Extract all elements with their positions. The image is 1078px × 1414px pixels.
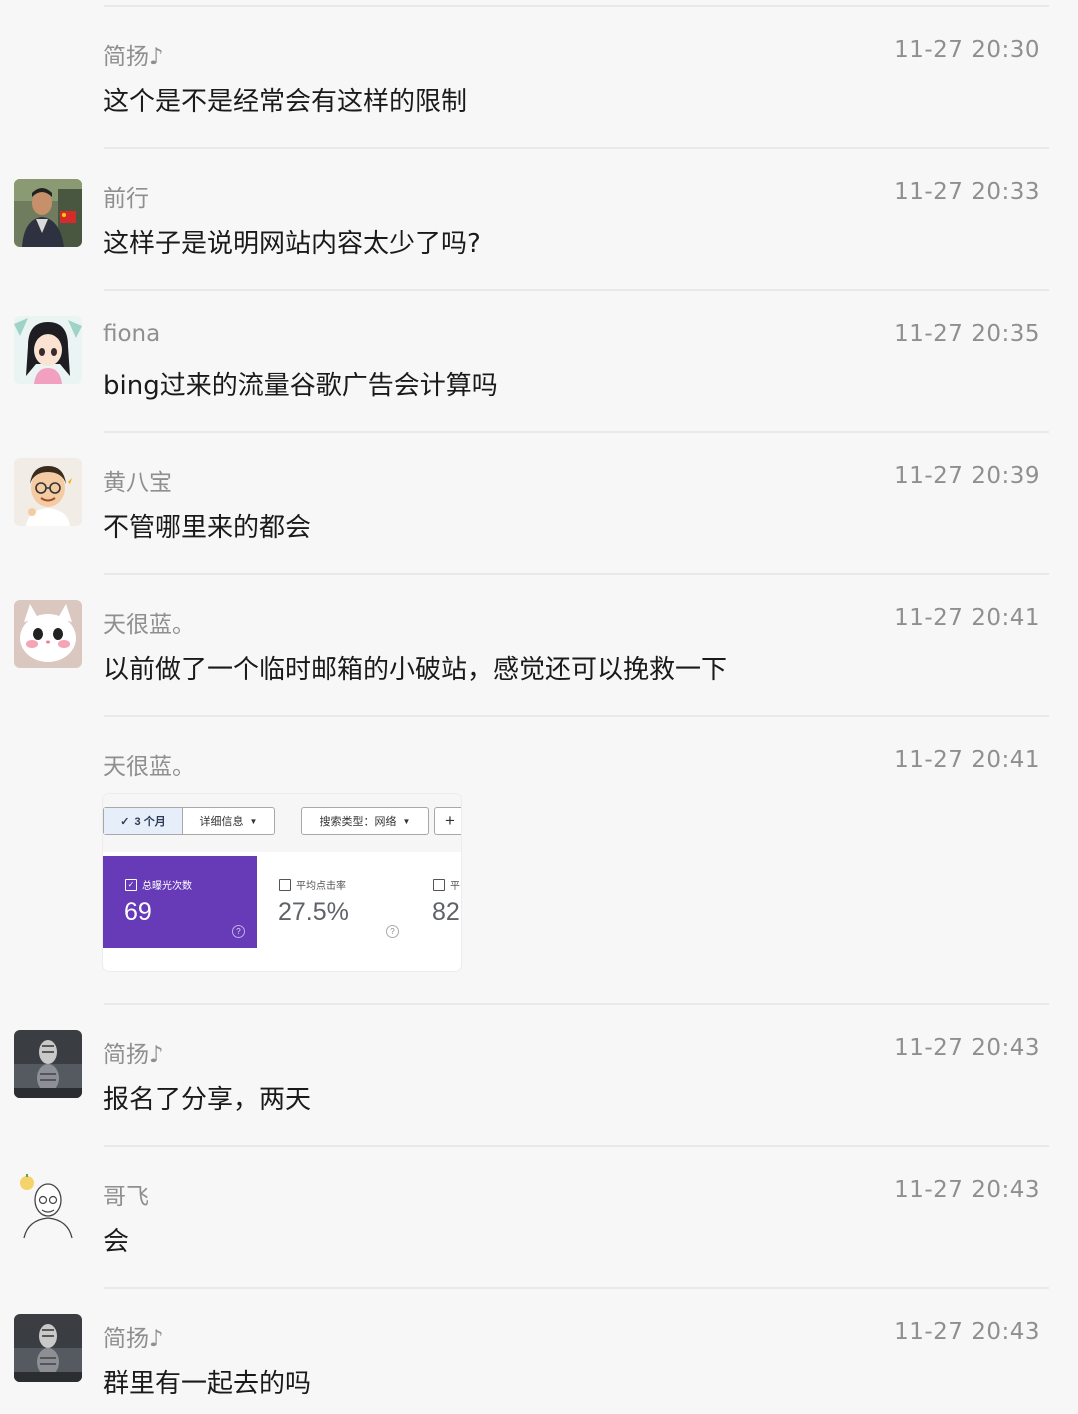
search-type-label: 搜索类型：网络	[319, 816, 397, 828]
filter-bar: ✓ 3 个月 详细信息 ▼ 搜索类型：网络 ▼ +	[103, 794, 461, 852]
avatar[interactable]	[14, 600, 82, 668]
message-divider	[104, 573, 1049, 575]
avatar[interactable]	[14, 458, 82, 526]
metric-value: 69	[124, 898, 152, 926]
message-time: 11-27 20:41	[894, 605, 1040, 631]
message-text: 这个是不是经常会有这样的限制	[103, 87, 468, 117]
help-icon: ?	[232, 925, 245, 938]
caret-down-icon: ▼	[402, 816, 411, 826]
message-divider	[104, 5, 1049, 7]
sender-name[interactable]: 天很蓝。	[103, 747, 195, 781]
image-attachment[interactable]: ✓ 3 个月 详细信息 ▼ 搜索类型：网络 ▼ + ✓ 总曝光次数 69 ? 平…	[103, 794, 461, 971]
date-filter-group: ✓ 3 个月 详细信息 ▼	[103, 807, 275, 835]
message-divider	[104, 147, 1049, 149]
message-time: 11-27 20:33	[894, 179, 1040, 205]
sender-name[interactable]: 前行	[103, 179, 149, 213]
sender-name[interactable]: 简扬♪	[103, 1319, 164, 1353]
message-text: bing过来的流量谷歌广告会计算吗	[103, 371, 498, 401]
metric-card-ctr[interactable]: 平均点击率 27.5% ?	[257, 856, 412, 948]
details-chip-label: 详细信息	[199, 816, 244, 828]
metric-card-position[interactable]: 平 82	[411, 856, 461, 948]
message-time: 11-27 20:43	[894, 1319, 1040, 1345]
details-chip[interactable]: 详细信息 ▼	[183, 808, 274, 834]
message-text: 这样子是说明网站内容太少了吗?	[103, 229, 481, 259]
message-divider	[104, 431, 1049, 433]
message-time: 11-27 20:43	[894, 1035, 1040, 1061]
check-icon: ✓	[120, 815, 130, 828]
avatar[interactable]	[14, 1172, 82, 1240]
metric-label: 平	[450, 881, 460, 892]
metric-label: 平均点击率	[296, 881, 346, 892]
caret-down-icon: ▼	[249, 816, 258, 826]
avatar[interactable]	[14, 1314, 82, 1382]
message-text: 群里有一起去的吗	[103, 1369, 312, 1399]
avatar[interactable]	[14, 1030, 82, 1098]
message-text: 报名了分享，两天	[103, 1085, 312, 1115]
range-chip[interactable]: ✓ 3 个月	[104, 808, 183, 834]
range-chip-label: 3 个月	[134, 816, 166, 828]
checkbox-icon	[279, 878, 291, 891]
checkbox-checked-icon: ✓	[125, 878, 137, 891]
sender-name[interactable]: 天很蓝。	[103, 605, 195, 639]
message-divider	[104, 1003, 1049, 1005]
search-type-chip[interactable]: 搜索类型：网络 ▼	[301, 807, 429, 835]
message-divider	[104, 1287, 1049, 1289]
checkbox-icon	[433, 878, 445, 891]
metric-value: 82	[432, 898, 460, 926]
message-text: 以前做了一个临时邮箱的小破站，感觉还可以挽救一下	[103, 655, 728, 685]
metric-value: 27.5%	[278, 898, 349, 926]
message-divider	[104, 1145, 1049, 1147]
sender-name[interactable]: 哥飞	[103, 1177, 149, 1211]
sender-name[interactable]: fiona	[103, 321, 160, 347]
metric-label: 总曝光次数	[142, 881, 192, 892]
message-text: 会	[103, 1227, 130, 1257]
message-time: 11-27 20:35	[894, 321, 1040, 347]
add-filter-button[interactable]: +	[434, 807, 461, 835]
sender-name[interactable]: 简扬♪	[103, 37, 164, 71]
message-time: 11-27 20:30	[894, 37, 1040, 63]
sender-name[interactable]: 简扬♪	[103, 1035, 164, 1069]
metric-card-impressions[interactable]: ✓ 总曝光次数 69 ?	[103, 856, 257, 948]
message-time: 11-27 20:41	[894, 747, 1040, 773]
help-icon: ?	[386, 925, 399, 938]
avatar[interactable]	[14, 179, 82, 247]
avatar[interactable]	[14, 316, 82, 384]
message-divider	[104, 715, 1049, 717]
message-time: 11-27 20:39	[894, 463, 1040, 489]
message-divider	[104, 289, 1049, 291]
message-text: 不管哪里来的都会	[103, 513, 312, 543]
message-time: 11-27 20:43	[894, 1177, 1040, 1203]
sender-name[interactable]: 黄八宝	[103, 463, 172, 497]
